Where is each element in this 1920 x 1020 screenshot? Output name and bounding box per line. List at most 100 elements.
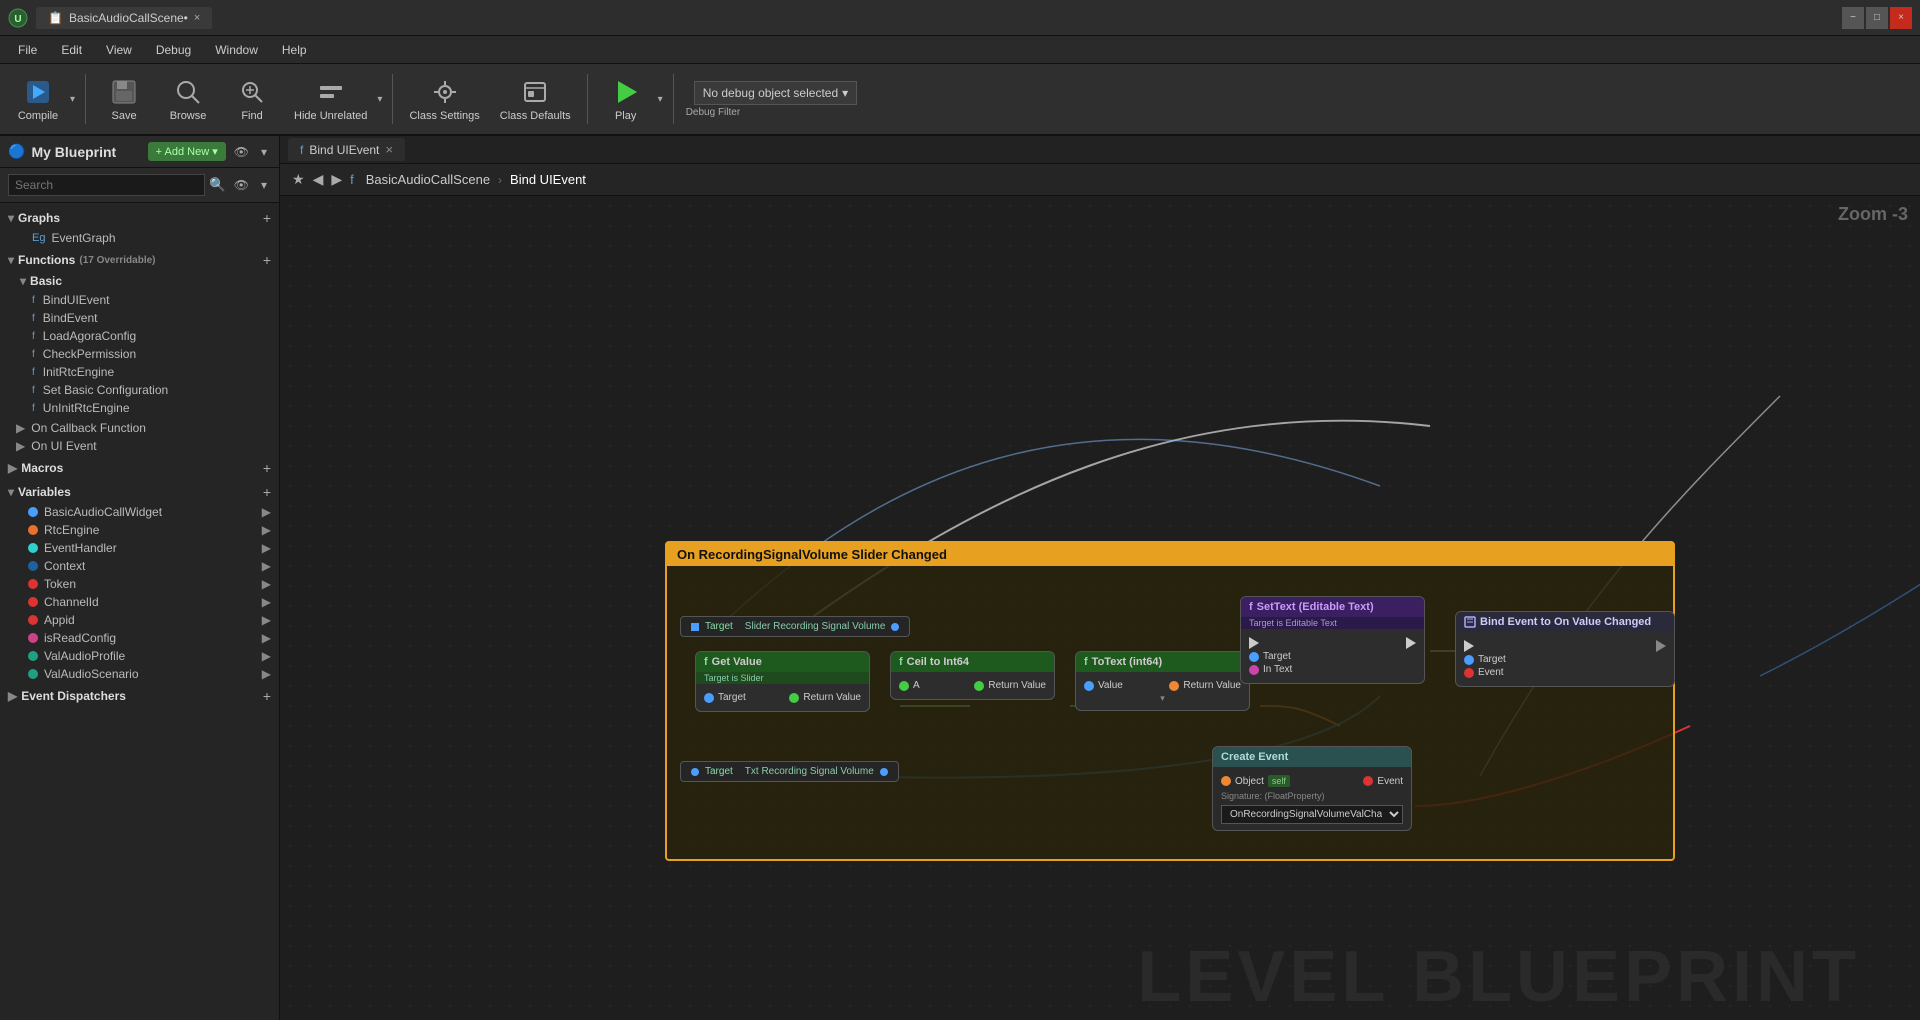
sidebar-item-onuievent[interactable]: ▶ On UI Event bbox=[0, 437, 279, 455]
sidebar-item-valaudioprofile[interactable]: ValAudioProfile ▶ bbox=[0, 647, 279, 665]
uninitrtcengine-label: UnInitRtcEngine bbox=[43, 401, 130, 415]
st-intext-label: In Text bbox=[1263, 664, 1292, 675]
add-ed-btn[interactable]: + bbox=[263, 688, 271, 704]
st-exec-right bbox=[1406, 637, 1416, 649]
sidebar-item-binduievent[interactable]: f BindUIEvent bbox=[0, 291, 279, 309]
menu-edit[interactable]: Edit bbox=[51, 41, 92, 59]
tab-icon: 📋 bbox=[48, 11, 63, 25]
add-var-btn[interactable]: + bbox=[263, 484, 271, 500]
ce-signature: Signature: (FloatProperty) bbox=[1221, 791, 1403, 801]
basic-header[interactable]: ▾ Basic bbox=[0, 271, 279, 291]
menu-view[interactable]: View bbox=[96, 41, 142, 59]
sidebar-item-uninitrtcengine[interactable]: f UnInitRtcEngine bbox=[0, 399, 279, 417]
tab-close-btn[interactable]: × bbox=[194, 12, 200, 24]
sidebar-item-loadagoraconfig[interactable]: f LoadAgoraConfig bbox=[0, 327, 279, 345]
minimize-btn[interactable]: − bbox=[1842, 7, 1864, 29]
sidebar-title: 🔵 My Blueprint bbox=[8, 143, 116, 160]
hide-unrelated-arrow[interactable]: ▾ bbox=[375, 92, 384, 107]
sidebar-item-eventhandler[interactable]: EventHandler ▶ bbox=[0, 539, 279, 557]
be-event-left: Event bbox=[1464, 667, 1504, 678]
sidebar-item-setbasicconfig[interactable]: f Set Basic Configuration bbox=[0, 381, 279, 399]
functions-header[interactable]: ▾ Functions (17 Overridable) + bbox=[0, 249, 279, 271]
get-value-node[interactable]: f Get Value Target is Slider Target Retu… bbox=[695, 651, 870, 712]
bind-event-node[interactable]: Bind Event to On Value Changed bbox=[1455, 611, 1675, 687]
get-value-body: Target Return Value bbox=[696, 684, 869, 711]
sidebar-item-checkpermission[interactable]: f CheckPermission bbox=[0, 345, 279, 363]
variables-toggle: ▾ bbox=[8, 485, 14, 499]
settext-node[interactable]: f SetText (Editable Text) Target is Edit… bbox=[1240, 596, 1425, 684]
active-tab[interactable]: f Bind UIEvent × bbox=[288, 138, 405, 161]
tt-expand-btn[interactable]: ▾ bbox=[1084, 693, 1241, 704]
sidebar-item-channelid[interactable]: ChannelId ▶ bbox=[0, 593, 279, 611]
class-defaults-btn[interactable]: Class Defaults bbox=[492, 69, 579, 129]
titlebar-controls: − □ × bbox=[1842, 7, 1920, 29]
bindevent-label: BindEvent bbox=[43, 311, 98, 325]
ce-dropdown[interactable]: OnRecordingSignalVolumeValChanged(...) bbox=[1221, 805, 1403, 824]
menu-window[interactable]: Window bbox=[205, 41, 268, 59]
sidebar-item-rtcengine[interactable]: RtcEngine ▶ bbox=[0, 521, 279, 539]
no-debug-selector[interactable]: No debug object selected ▾ bbox=[694, 81, 857, 105]
sidebar-filter-btn[interactable]: ▾ bbox=[257, 142, 271, 161]
macros-header[interactable]: ▶ Macros + bbox=[0, 457, 279, 479]
sidebar-item-eventgraph[interactable]: Eg EventGraph bbox=[0, 229, 279, 247]
class-settings-btn[interactable]: Class Settings bbox=[401, 69, 487, 129]
variables-header[interactable]: ▾ Variables + bbox=[0, 481, 279, 503]
menu-file[interactable]: File bbox=[8, 41, 47, 59]
graphs-toggle: ▾ bbox=[8, 211, 14, 225]
create-event-node[interactable]: Create Event Object self Event bbox=[1212, 746, 1412, 831]
compile-btn[interactable]: Compile bbox=[8, 69, 68, 129]
macros-label: Macros bbox=[21, 461, 63, 475]
totext-header: f ToText (int64) bbox=[1076, 652, 1249, 672]
sidebar-item-oncallback[interactable]: ▶ On Callback Function bbox=[0, 419, 279, 437]
sidebar-item-valaudioscenario[interactable]: ValAudioScenario ▶ bbox=[0, 665, 279, 683]
ce-obj-row: Object self Event bbox=[1221, 775, 1403, 787]
search-btn[interactable]: 🔍 bbox=[209, 177, 226, 193]
compile-arrow[interactable]: ▾ bbox=[68, 92, 77, 107]
search-eye-btn[interactable]: 👁 bbox=[230, 176, 253, 194]
class-settings-icon bbox=[429, 76, 461, 108]
sidebar-item-basicaudiocallwidget[interactable]: BasicAudioCallWidget ▶ bbox=[0, 503, 279, 521]
close-btn[interactable]: × bbox=[1890, 7, 1912, 29]
add-macro-btn[interactable]: + bbox=[263, 460, 271, 476]
totext-node[interactable]: f ToText (int64) Value Return Value bbox=[1075, 651, 1250, 711]
restore-btn[interactable]: □ bbox=[1866, 7, 1888, 29]
sidebar-item-token[interactable]: Token ▶ bbox=[0, 575, 279, 593]
sidebar-item-appid[interactable]: Appid ▶ bbox=[0, 611, 279, 629]
sidebar-item-initrtcengine[interactable]: f InitRtcEngine bbox=[0, 363, 279, 381]
breadcrumb-forward[interactable]: ▶ bbox=[331, 171, 342, 188]
sidebar-item-isreadconfig[interactable]: isReadConfig ▶ bbox=[0, 629, 279, 647]
txt-slider-node[interactable]: Target Txt Recording Signal Volume bbox=[680, 761, 899, 782]
breadcrumb-star[interactable]: ★ bbox=[292, 171, 305, 188]
blueprint-canvas[interactable]: On RecordingSignalVolume Slider Changed … bbox=[280, 196, 1920, 1020]
tab-close[interactable]: × bbox=[385, 142, 393, 157]
menu-help[interactable]: Help bbox=[272, 41, 317, 59]
add-graph-btn[interactable]: + bbox=[263, 210, 271, 226]
sidebar: 🔵 My Blueprint + Add New ▾ 👁 ▾ 🔍 👁 ▾ bbox=[0, 136, 280, 1020]
slider-target-node[interactable]: Target Slider Recording Signal Volume bbox=[680, 616, 910, 637]
search-filter-btn[interactable]: ▾ bbox=[257, 176, 271, 194]
sidebar-item-bindevent[interactable]: f BindEvent bbox=[0, 309, 279, 327]
save-btn[interactable]: Save bbox=[94, 69, 154, 129]
menu-debug[interactable]: Debug bbox=[146, 41, 201, 59]
hide-unrelated-btn[interactable]: Hide Unrelated bbox=[286, 69, 375, 129]
var2-label: RtcEngine bbox=[44, 523, 99, 537]
sidebar-eye-btn[interactable]: 👁 bbox=[230, 142, 253, 161]
graphs-header[interactable]: ▾ Graphs + bbox=[0, 207, 279, 229]
sidebar-item-context[interactable]: Context ▶ bbox=[0, 557, 279, 575]
ceil-int64-node[interactable]: f Ceil to Int64 A Return Value bbox=[890, 651, 1055, 700]
search-input[interactable] bbox=[8, 174, 205, 196]
watermark: LEVEL BLUEPRINT bbox=[1137, 936, 1860, 1018]
breadcrumb-back[interactable]: ◀ bbox=[313, 171, 324, 188]
var3-label: EventHandler bbox=[44, 541, 117, 555]
var3-arrow: ▶ bbox=[262, 541, 271, 555]
add-new-btn[interactable]: + Add New ▾ bbox=[148, 142, 226, 161]
find-btn[interactable]: Find bbox=[222, 69, 282, 129]
titlebar-tab[interactable]: 📋 BasicAudioCallScene• × bbox=[36, 7, 212, 29]
comment-node-title: On RecordingSignalVolume Slider Changed bbox=[667, 543, 1673, 566]
browse-btn[interactable]: Browse bbox=[158, 69, 218, 129]
play-arrow[interactable]: ▾ bbox=[656, 92, 665, 107]
tt-value-left: Value bbox=[1084, 680, 1123, 691]
play-btn[interactable]: Play bbox=[596, 69, 656, 129]
event-dispatchers-header[interactable]: ▶ Event Dispatchers + bbox=[0, 685, 279, 707]
add-func-btn[interactable]: + bbox=[263, 252, 271, 268]
